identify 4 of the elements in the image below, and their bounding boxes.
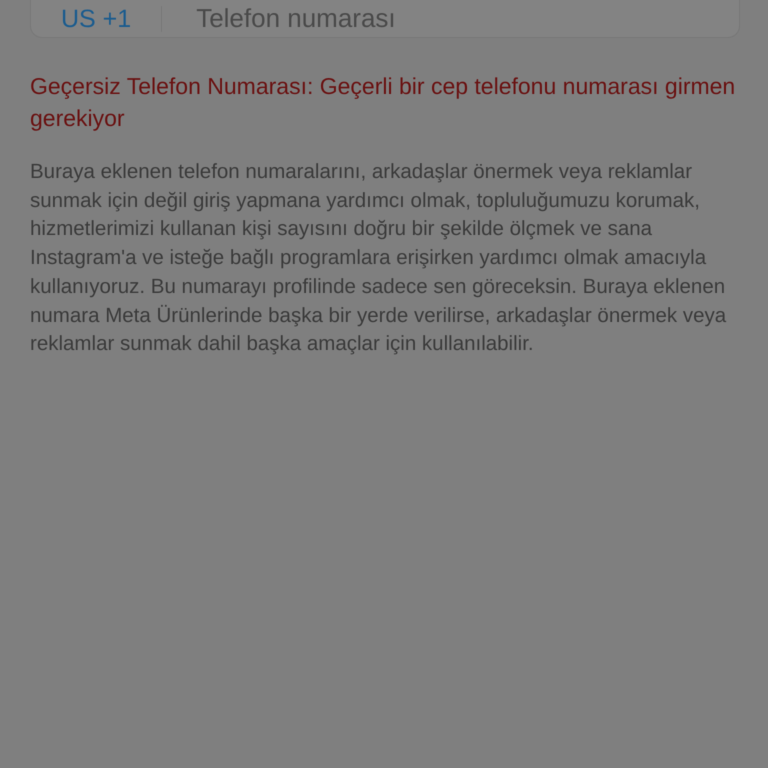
country-code-selector[interactable]: US +1 bbox=[31, 6, 162, 32]
error-message: Geçersiz Telefon Numarası: Geçerli bir cep telefonu numarası girmen gerekiyor bbox=[30, 72, 736, 133]
info-text: Buraya eklenen telefon numaralarını, arkadaşlar önermek veya reklamlar sunmak için değil giriş yapmana yardımcı olmak, topluluğumuzu korumak, hizmetlerimizi kullanan kişi sayısını doğru bir şekilde ölçmek ve sana Instagram'a ve isteğe bağlı programlara erişirken yardımcı olmak amacıyla kullanıyoruz. Bu numarayı profilinde sadece sen göreceksin. Buraya eklenen numara Meta Ürünlerinde başka bir yerde verilirse, arkadaşlar önermek veya reklamlar sunmak dahil başka amaçlar için kullanılabilir. bbox=[30, 159, 728, 358]
phone-number-field[interactable]: US +1 Telefon numarası bbox=[30, 0, 740, 38]
